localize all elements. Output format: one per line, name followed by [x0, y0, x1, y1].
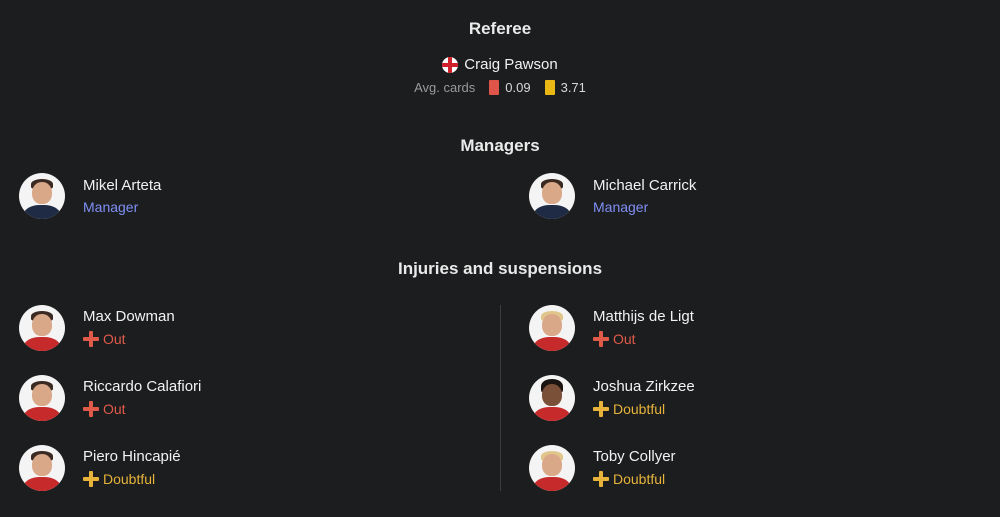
- injury-away-2[interactable]: Toby Collyer Doubtful: [529, 445, 676, 491]
- yellow-cards-value: 3.71: [560, 80, 586, 95]
- referee-section-title: Referee: [468, 19, 532, 38]
- manager-role: Manager: [593, 198, 649, 215]
- manager-role: Manager: [83, 198, 139, 215]
- manager-name: Mikel Arteta: [83, 176, 162, 194]
- plus-icon: [83, 471, 99, 487]
- column-divider: [500, 305, 501, 491]
- referee-avg-cards: Avg. cards 0.09 3.71: [0, 80, 1000, 95]
- status-label: Doubtful: [103, 471, 156, 487]
- avatar: [19, 445, 65, 491]
- status-label: Doubtful: [613, 471, 666, 487]
- avatar: [19, 375, 65, 421]
- player-name: Joshua Zirkzee: [593, 378, 695, 395]
- manager-away[interactable]: Michael Carrick Manager: [529, 173, 696, 219]
- status-label: Out: [103, 331, 126, 347]
- player-name: Riccardo Calafiori: [83, 378, 202, 395]
- avatar: [19, 173, 65, 219]
- referee-name[interactable]: Craig Pawson: [464, 56, 557, 73]
- yellow-card-icon: [544, 80, 555, 95]
- injury-away-1[interactable]: Joshua Zirkzee Doubtful: [529, 375, 695, 421]
- player-name: Matthijs de Ligt: [593, 308, 694, 325]
- status-badge: Doubtful: [593, 399, 695, 419]
- player-name: Toby Collyer: [593, 448, 676, 465]
- status-badge: Out: [593, 329, 694, 349]
- plus-icon: [593, 471, 609, 487]
- avatar: [529, 445, 575, 491]
- status-badge: Out: [83, 329, 175, 349]
- status-badge: Doubtful: [593, 469, 676, 489]
- plus-icon: [83, 401, 99, 417]
- injuries-section-title: Injuries and suspensions: [397, 259, 603, 278]
- plus-icon: [593, 401, 609, 417]
- status-label: Out: [613, 331, 636, 347]
- injury-away-0[interactable]: Matthijs de Ligt Out: [529, 305, 694, 351]
- player-name: Max Dowman: [83, 308, 175, 325]
- injury-home-2[interactable]: Piero Hincapié Doubtful: [19, 445, 181, 491]
- manager-name: Michael Carrick: [593, 176, 697, 194]
- avatar: [19, 305, 65, 351]
- injury-home-0[interactable]: Max Dowman Out: [19, 305, 175, 351]
- player-name: Piero Hincapié: [83, 448, 181, 465]
- england-flag-icon: [442, 56, 459, 73]
- status-badge: Out: [83, 399, 201, 419]
- plus-icon: [83, 331, 99, 347]
- status-label: Doubtful: [613, 401, 666, 417]
- status-badge: Doubtful: [83, 469, 181, 489]
- match-info-panel: Referee Craig Pawson Avg. cards 0.09 3.7…: [0, 0, 1000, 517]
- referee-row: Craig Pawson: [0, 56, 1000, 73]
- plus-icon: [593, 331, 609, 347]
- red-cards-value: 0.09: [505, 80, 531, 95]
- injury-home-1[interactable]: Riccardo Calafiori Out: [19, 375, 201, 421]
- avg-cards-label: Avg. cards: [414, 80, 476, 95]
- avatar: [529, 305, 575, 351]
- status-label: Out: [103, 401, 126, 417]
- manager-home[interactable]: Mikel Arteta Manager: [19, 173, 161, 219]
- avatar: [529, 375, 575, 421]
- red-card-icon: [489, 80, 500, 95]
- managers-section-title: Managers: [460, 136, 540, 155]
- avatar: [529, 173, 575, 219]
